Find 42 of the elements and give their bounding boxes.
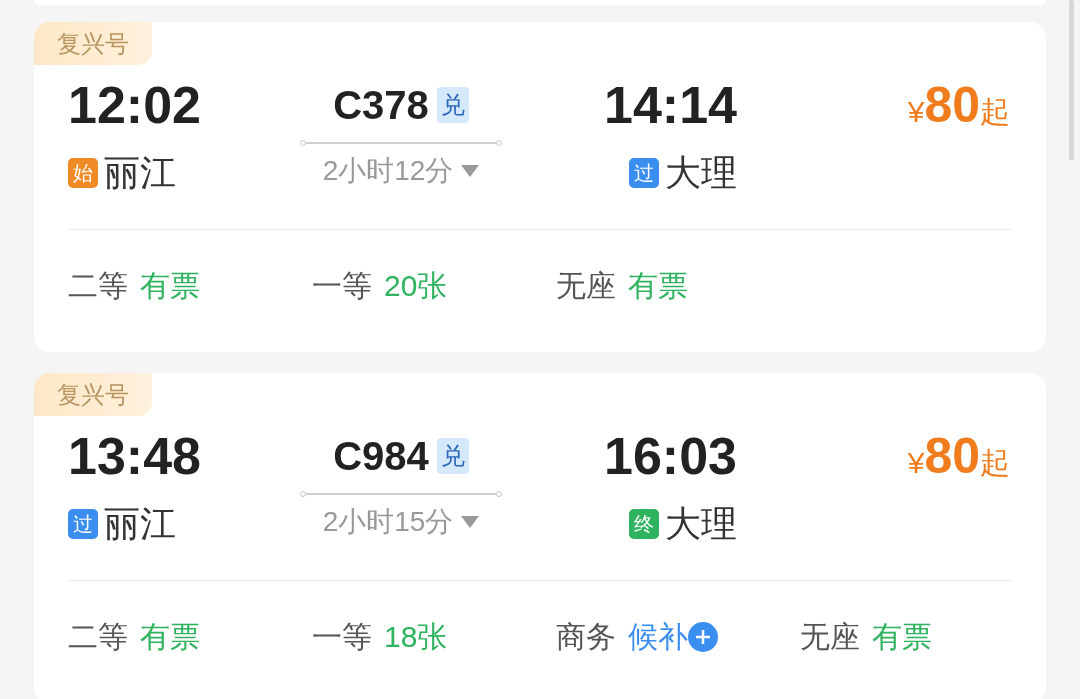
station-name: 大理 bbox=[665, 502, 737, 546]
caret-icon bbox=[461, 165, 480, 177]
caret-icon bbox=[461, 516, 480, 528]
train-brand-badge: 复兴号 bbox=[34, 373, 152, 416]
seat-availability[interactable]: 候补 bbox=[628, 617, 688, 657]
train-card[interactable]: 复兴号 12:02 始 丽江 C378 兑 2小时12分 14:14 过 大理 ¥80起 二等 有票 一等 20张 无座 有票 bbox=[34, 22, 1046, 352]
scrollbar[interactable] bbox=[1069, 0, 1074, 160]
duration-toggle[interactable]: 2小时15分 bbox=[322, 502, 480, 542]
station-tag: 始 bbox=[68, 158, 98, 188]
seat-availability: 20张 bbox=[384, 268, 448, 304]
seat-availability: 有票 bbox=[140, 619, 200, 655]
duration-toggle[interactable]: 2小时12分 bbox=[322, 151, 480, 191]
train-number: C984 bbox=[333, 433, 429, 480]
station-tag: 过 bbox=[629, 158, 659, 188]
seat-class: 一等 bbox=[312, 619, 372, 655]
station-name: 大理 bbox=[665, 151, 737, 195]
plus-icon[interactable] bbox=[688, 622, 718, 652]
arrival-time: 16:03 bbox=[604, 426, 737, 486]
departure-time: 12:02 bbox=[68, 75, 202, 135]
seat-availability: 有票 bbox=[872, 619, 932, 655]
price: ¥80起 bbox=[907, 76, 1010, 135]
departure-time: 13:48 bbox=[68, 426, 202, 486]
seat-availability: 有票 bbox=[628, 268, 688, 304]
station-name: 丽江 bbox=[104, 151, 176, 195]
station-tag: 过 bbox=[68, 509, 98, 539]
arrival-time: 14:14 bbox=[604, 75, 737, 135]
train-number: C378 bbox=[333, 82, 429, 129]
station-tag: 终 bbox=[629, 509, 659, 539]
price: ¥80起 bbox=[907, 427, 1010, 486]
seat-class: 二等 bbox=[68, 268, 128, 304]
seat-class: 一等 bbox=[312, 268, 372, 304]
train-card[interactable]: 复兴号 13:48 过 丽江 C984 兑 2小时15分 16:03 终 大理 ¥80起 二等 有票 一等 18张 商务 候补 无座 有票 bbox=[34, 373, 1046, 699]
exchange-badge: 兑 bbox=[436, 438, 469, 474]
seat-availability: 18张 bbox=[384, 619, 448, 655]
seat-availability: 有票 bbox=[140, 268, 200, 304]
seat-class: 无座 bbox=[556, 268, 616, 304]
station-name: 丽江 bbox=[104, 502, 176, 546]
train-brand-badge: 复兴号 bbox=[34, 22, 152, 65]
seat-class: 二等 bbox=[68, 619, 128, 655]
seat-class: 商务 bbox=[556, 619, 616, 655]
seat-class: 无座 bbox=[800, 619, 860, 655]
exchange-badge: 兑 bbox=[436, 87, 469, 123]
